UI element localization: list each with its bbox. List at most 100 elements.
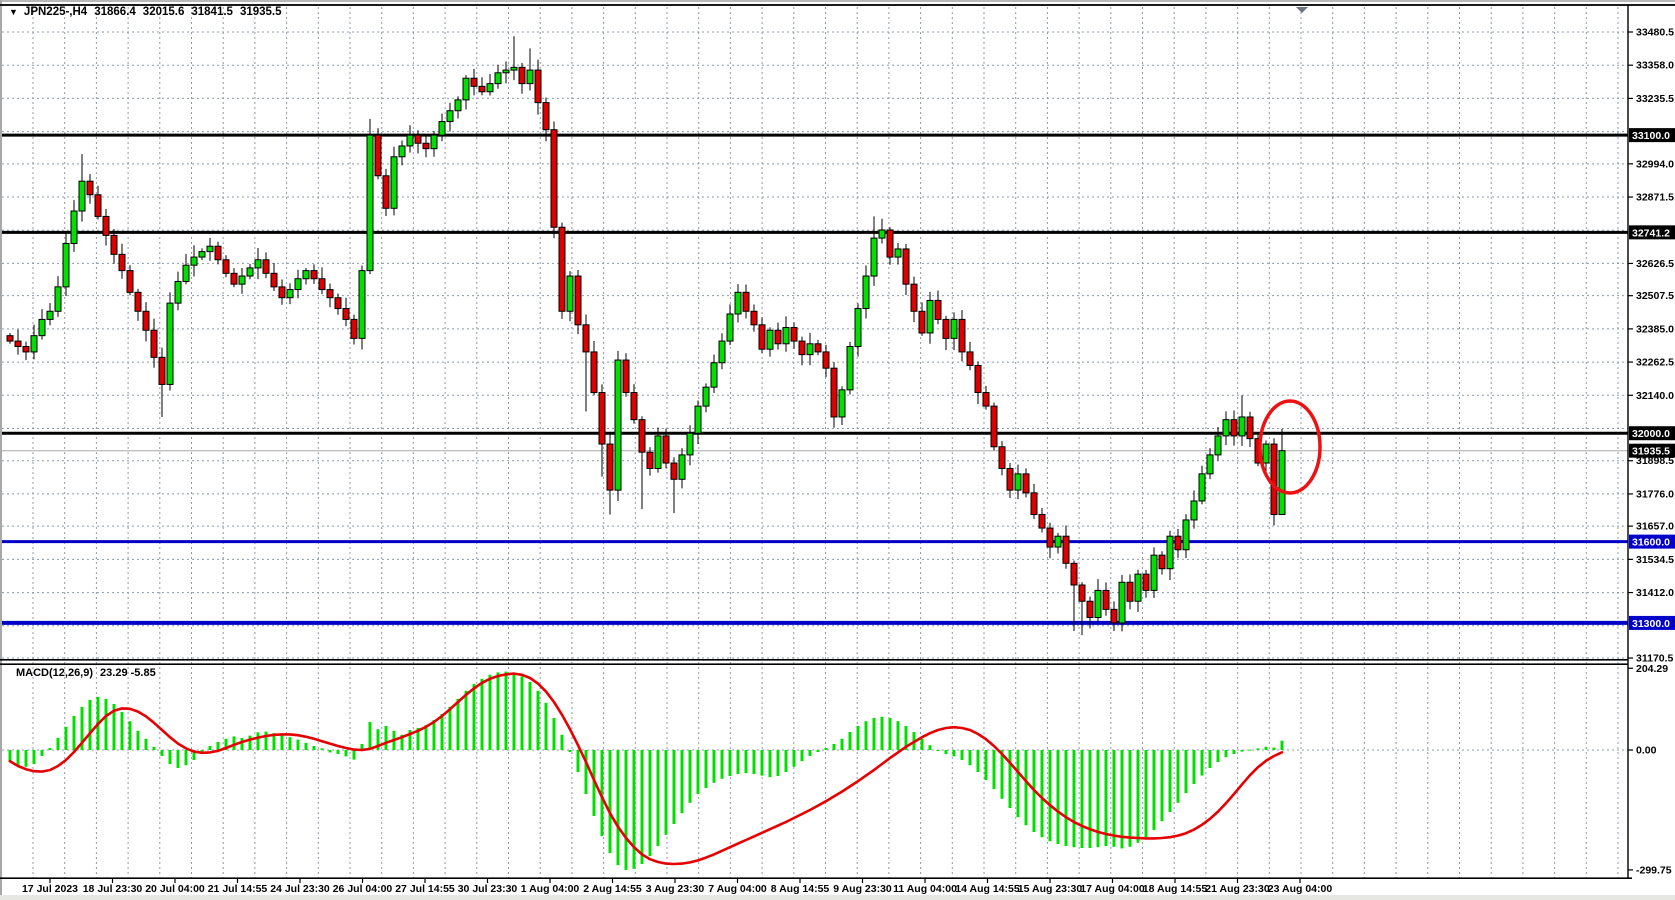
time-axis-label: 18 Aug 14:55 <box>1143 883 1208 895</box>
candle <box>7 336 13 341</box>
candle <box>415 135 421 143</box>
candle <box>263 260 269 274</box>
time-axis-label: 2 Aug 14:55 <box>583 883 642 895</box>
candle <box>487 84 493 92</box>
price-axis-label: 31657.0 <box>1636 521 1674 533</box>
candle <box>207 246 213 251</box>
time-axis-label: 17 Aug 04:00 <box>1080 883 1145 895</box>
candle <box>663 436 669 463</box>
candle <box>919 311 925 333</box>
macd-histogram-bar <box>297 740 300 750</box>
macd-histogram-bar <box>489 675 492 750</box>
candle <box>791 328 797 342</box>
macd-histogram-bar <box>249 736 252 750</box>
macd-histogram-bar <box>1177 750 1180 803</box>
price-axis-label: 31534.5 <box>1636 554 1674 566</box>
macd-histogram-bar <box>481 679 484 750</box>
macd-histogram-bar <box>505 672 508 750</box>
macd-histogram-bar <box>1273 748 1276 750</box>
macd-histogram-bar <box>585 750 588 794</box>
chart-title: ▼JPN225-,H431866.432015.631841.531935.5 <box>9 6 282 18</box>
candle <box>519 67 525 83</box>
macd-histogram-bar <box>1233 750 1236 754</box>
candle <box>543 103 549 130</box>
macd-histogram-bar <box>649 750 652 856</box>
candle <box>39 319 45 335</box>
price-axis-label: 32140.0 <box>1636 390 1674 402</box>
candle <box>991 406 997 447</box>
time-axis-label: 21 Jul 14:55 <box>208 883 268 895</box>
candle <box>983 393 989 407</box>
macd-histogram-bar <box>753 750 756 774</box>
candle <box>327 290 333 298</box>
candle <box>335 298 341 309</box>
candle <box>1183 520 1189 550</box>
macd-histogram-bar <box>441 714 444 750</box>
candle <box>1023 474 1029 493</box>
candle <box>927 300 933 333</box>
macd-histogram-bar <box>345 750 348 756</box>
candle <box>1199 474 1205 501</box>
price-axis-label: 31776.0 <box>1636 488 1674 500</box>
chevron-down-icon[interactable]: ▼ <box>9 7 18 17</box>
candle <box>671 463 677 479</box>
macd-histogram-bar <box>1025 750 1028 825</box>
macd-histogram-bar <box>697 750 700 794</box>
candle <box>247 268 253 276</box>
candle <box>1175 536 1181 550</box>
candle <box>583 325 589 352</box>
macd-values: 23.29 -5.85 <box>100 667 156 679</box>
candle <box>31 336 37 352</box>
candle <box>63 244 69 287</box>
macd-histogram-bar <box>609 750 612 853</box>
candle <box>895 249 901 257</box>
candle <box>871 238 877 276</box>
macd-histogram-bar <box>185 750 188 765</box>
macd-histogram-bar <box>577 750 580 772</box>
candle <box>567 276 573 311</box>
candle <box>1095 590 1101 617</box>
symbol-period-label: JPN225-,H4 <box>24 6 87 18</box>
time-axis-label: 9 Aug 23:30 <box>833 883 892 895</box>
candle <box>471 78 477 86</box>
macd-histogram-bar <box>1137 750 1140 843</box>
time-axis-label: 26 Jul 04:00 <box>333 883 393 895</box>
candle <box>1039 515 1045 529</box>
macd-histogram-bar <box>89 700 92 750</box>
macd-histogram-bar <box>617 750 620 865</box>
macd-histogram-bar <box>1145 750 1148 837</box>
candle <box>703 387 709 406</box>
macd-histogram-bar <box>1105 750 1108 846</box>
macd-histogram-bar <box>513 673 516 750</box>
candle <box>271 273 277 287</box>
macd-histogram-bar <box>713 750 716 783</box>
candle <box>647 452 653 468</box>
candle <box>767 330 773 349</box>
price-axis-label: 32385.0 <box>1636 323 1674 335</box>
macd-histogram-bar <box>1209 750 1212 768</box>
candle <box>255 260 261 268</box>
candle <box>735 292 741 314</box>
candle <box>119 254 125 270</box>
time-axis-label: 20 Jul 04:00 <box>145 883 205 895</box>
macd-histogram-bar <box>337 750 340 754</box>
candle <box>279 287 285 298</box>
candle <box>807 344 813 355</box>
macd-histogram-bar <box>1169 750 1172 812</box>
candle <box>1015 474 1021 490</box>
macd-histogram-bar <box>561 735 564 750</box>
macd-histogram-bar <box>449 707 452 750</box>
mt4-chart-window: 33480.533358.033235.532994.032871.532626… <box>0 0 1675 900</box>
candle <box>135 292 141 311</box>
candle <box>1167 536 1173 569</box>
price-axis-label: 33235.5 <box>1636 93 1674 105</box>
candle <box>1191 501 1197 520</box>
macd-histogram-bar <box>1089 750 1092 848</box>
macd-histogram-bar <box>809 750 812 756</box>
candle <box>239 276 245 284</box>
candle <box>631 393 637 420</box>
svg-text:31600.0: 31600.0 <box>1632 537 1670 549</box>
candle <box>1271 444 1277 514</box>
candle <box>911 284 917 311</box>
macd-histogram-bar <box>921 739 924 750</box>
